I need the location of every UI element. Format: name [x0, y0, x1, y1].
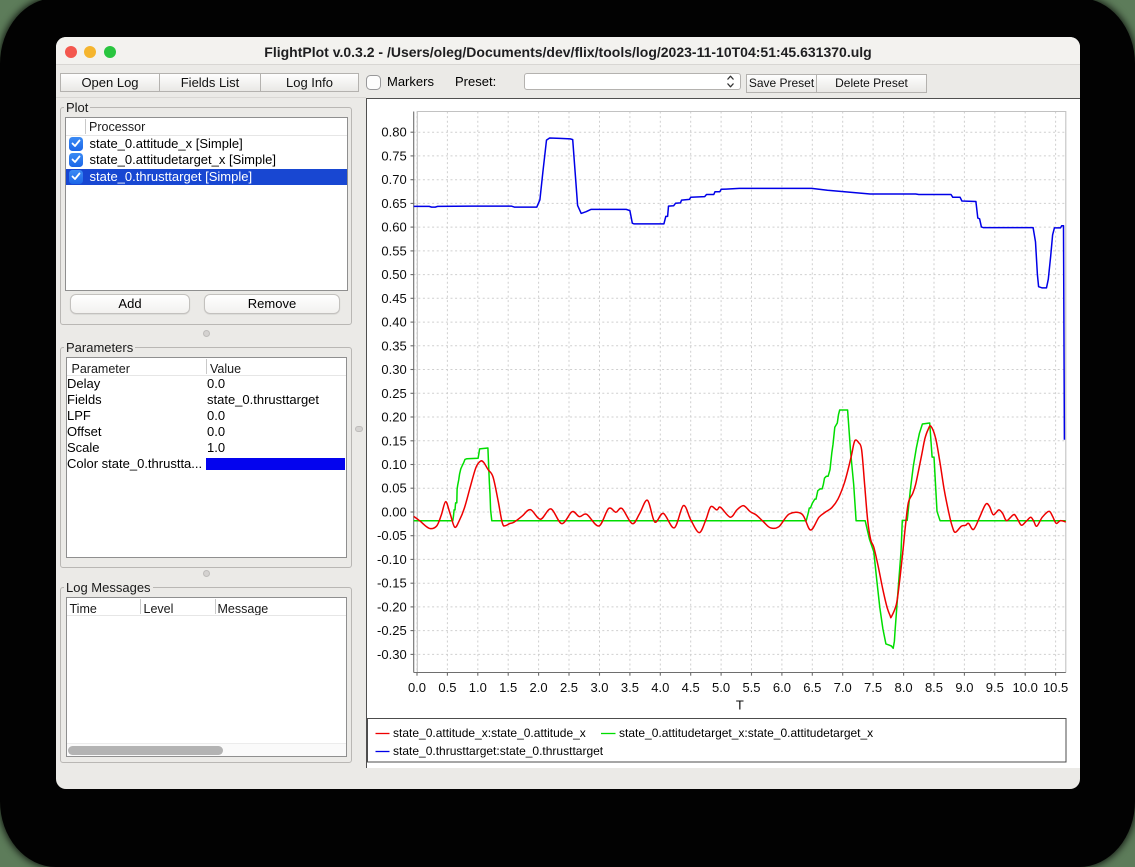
- svg-text:0.00: 0.00: [381, 505, 406, 520]
- svg-text:0.60: 0.60: [381, 220, 406, 235]
- svg-text:T: T: [736, 698, 744, 713]
- svg-text:2.0: 2.0: [530, 680, 548, 695]
- svg-text:0.20: 0.20: [381, 410, 406, 425]
- svg-text:0.55: 0.55: [381, 243, 406, 258]
- svg-text:0.65: 0.65: [381, 196, 406, 211]
- svg-text:0.70: 0.70: [381, 172, 406, 187]
- svg-text:0.0: 0.0: [408, 680, 426, 695]
- svg-text:-0.20: -0.20: [377, 599, 407, 614]
- svg-text:10.0: 10.0: [1013, 680, 1038, 695]
- svg-text:-0.25: -0.25: [377, 623, 407, 638]
- svg-text:1.0: 1.0: [469, 680, 487, 695]
- svg-text:0.50: 0.50: [381, 267, 406, 282]
- svg-text:5.0: 5.0: [712, 680, 730, 695]
- svg-text:-0.15: -0.15: [377, 576, 407, 591]
- svg-text:state_0.attitude_x:state_0.att: state_0.attitude_x:state_0.attitude_x: [393, 726, 586, 740]
- svg-text:4.5: 4.5: [682, 680, 700, 695]
- svg-text:3.0: 3.0: [590, 680, 608, 695]
- svg-text:4.0: 4.0: [651, 680, 669, 695]
- svg-text:6.0: 6.0: [773, 680, 791, 695]
- svg-text:0.25: 0.25: [381, 386, 406, 401]
- svg-text:0.45: 0.45: [381, 291, 406, 306]
- svg-text:state_0.attitudetarget_x:state: state_0.attitudetarget_x:state_0.attitud…: [619, 726, 873, 740]
- svg-text:5.5: 5.5: [742, 680, 760, 695]
- svg-text:0.10: 0.10: [381, 457, 406, 472]
- svg-text:8.0: 8.0: [895, 680, 913, 695]
- svg-text:0.15: 0.15: [381, 433, 406, 448]
- svg-text:0.40: 0.40: [381, 315, 406, 330]
- svg-text:6.5: 6.5: [803, 680, 821, 695]
- svg-text:3.5: 3.5: [621, 680, 639, 695]
- svg-text:7.5: 7.5: [864, 680, 882, 695]
- svg-text:9.0: 9.0: [955, 680, 973, 695]
- svg-text:-0.10: -0.10: [377, 552, 407, 567]
- svg-text:10.5: 10.5: [1043, 680, 1068, 695]
- svg-text:0.5: 0.5: [438, 680, 456, 695]
- svg-text:0.80: 0.80: [381, 125, 406, 140]
- svg-text:0.35: 0.35: [381, 338, 406, 353]
- svg-text:7.0: 7.0: [834, 680, 852, 695]
- svg-text:0.30: 0.30: [381, 362, 406, 377]
- svg-text:-0.05: -0.05: [377, 528, 407, 543]
- svg-text:9.5: 9.5: [986, 680, 1004, 695]
- svg-text:0.75: 0.75: [381, 148, 406, 163]
- svg-text:-0.30: -0.30: [377, 647, 407, 662]
- svg-text:2.5: 2.5: [560, 680, 578, 695]
- svg-text:0.05: 0.05: [381, 481, 406, 496]
- svg-text:state_0.thrusttarget:state_0.t: state_0.thrusttarget:state_0.thrusttarge…: [393, 744, 604, 758]
- svg-text:8.5: 8.5: [925, 680, 943, 695]
- svg-text:1.5: 1.5: [499, 680, 517, 695]
